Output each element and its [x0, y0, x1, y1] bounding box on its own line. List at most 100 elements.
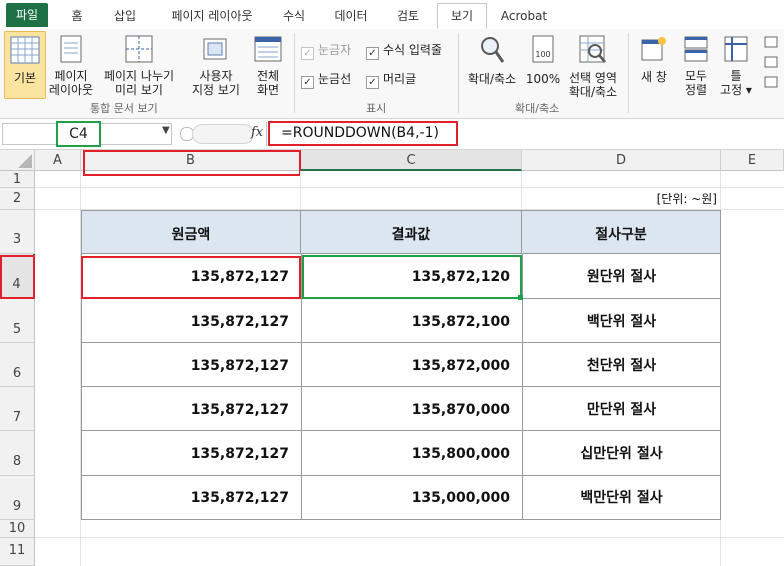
cell-type[interactable]: 만단위 절사 [522, 387, 721, 431]
unit-note[interactable]: [단위: ~원] [522, 188, 721, 210]
cell-type[interactable]: 백만단위 절사 [522, 476, 721, 520]
freeze-panes-label-2: 고정 ▾ [720, 83, 752, 97]
cell-original[interactable]: 135,872,127 [81, 343, 301, 387]
zoom-group-label: 확대/축소 [515, 102, 560, 115]
page-layout-view-button[interactable]: 페이지 레이아웃 [48, 31, 94, 97]
full-screen-label-1: 전체 [256, 69, 280, 83]
column-header-d[interactable]: D [522, 150, 721, 171]
row-header-11[interactable]: 11 [0, 538, 35, 566]
arrange-all-label-2: 정렬 [684, 83, 708, 97]
row-header-9[interactable]: 9 [0, 476, 35, 520]
cell-original[interactable]: 135,872,127 [81, 431, 301, 476]
normal-view-button[interactable]: 기본 [4, 31, 46, 99]
select-all-corner[interactable] [0, 150, 35, 171]
row-header-5[interactable]: 5 [0, 299, 35, 343]
workbook-views-group-label: 통합 문서 보기 [90, 102, 158, 115]
row-header-2[interactable]: 2 [0, 188, 35, 210]
tab-insert[interactable]: 삽입 [105, 5, 145, 27]
header-truncation-type[interactable]: 절사구분 [522, 210, 721, 254]
header-original-amount[interactable]: 원금액 [81, 210, 301, 254]
page-layout-label-2: 레이아웃 [48, 83, 94, 97]
cell-result[interactable]: 135,000,000 [301, 476, 522, 520]
custom-views-button[interactable]: 사용자 지정 보기 [188, 31, 244, 97]
cell-type[interactable]: 천단위 절사 [522, 343, 721, 387]
tab-data[interactable]: 데이터 [326, 5, 376, 27]
page-layout-icon [48, 35, 94, 66]
tab-formulas[interactable]: 수식 [274, 5, 314, 27]
checkmark-icon: ✓ [301, 47, 314, 60]
ribbon-tab-bar: 파일 홈 삽입 페이지 레이아웃 수식 데이터 검토 보기 Acrobat [0, 0, 784, 30]
ribbon-separator [458, 33, 459, 113]
formula-input[interactable]: =ROUNDDOWN(B4,-1) [268, 121, 458, 146]
column-b-highlight [83, 150, 301, 176]
zoom-selection-label-1: 선택 영역 [569, 71, 617, 85]
cell-original[interactable]: 135,872,127 [81, 387, 301, 431]
new-window-icon [632, 35, 676, 66]
arrange-all-button[interactable]: 모두 정렬 [678, 31, 714, 97]
row-header-7[interactable]: 7 [0, 387, 35, 431]
custom-views-label-2: 지정 보기 [192, 83, 240, 97]
window-small-buttons [762, 35, 782, 95]
formula-bar-checkbox[interactable]: ✓ 수식 입력줄 [366, 42, 442, 60]
column-header-a[interactable]: A [35, 150, 81, 171]
ruler-checkbox[interactable]: ✓ 눈금자 [301, 42, 352, 60]
zoom-label: 확대/축소 [467, 72, 517, 86]
row-header-3[interactable]: 3 [0, 210, 35, 254]
gridlines-checkbox[interactable]: ✓ 눈금선 [301, 71, 351, 89]
headings-label: 머리글 [383, 72, 417, 86]
formula-bar: C4 ▼ fx =ROUNDDOWN(B4,-1) [0, 119, 784, 150]
freeze-panes-button[interactable]: 틀 고정 ▾ [716, 31, 756, 97]
column-header-e[interactable]: E [721, 150, 784, 171]
ruler-label: 눈금자 [318, 43, 352, 57]
new-window-label: 새 창 [641, 70, 667, 84]
page-layout-label-1: 페이지 [54, 69, 88, 83]
cell-result[interactable]: 135,800,000 [301, 431, 522, 476]
ribbon-separator [628, 33, 629, 113]
row-4-highlight [0, 255, 35, 299]
zoom-100-button[interactable]: 100 100% [524, 31, 562, 97]
insert-function-icon[interactable]: fx [251, 125, 263, 140]
cell-result[interactable]: 135,872,000 [301, 343, 522, 387]
page-break-preview-button[interactable]: 페이지 나누기 미리 보기 [98, 31, 180, 97]
cell-type[interactable]: 백단위 절사 [522, 299, 721, 343]
gridline [300, 171, 301, 211]
zoom-100-icon: 100 [524, 35, 562, 68]
tab-review[interactable]: 검토 [388, 5, 428, 27]
cell-type[interactable]: 십만단위 절사 [522, 431, 721, 476]
magnifier-icon [463, 35, 521, 68]
page-break-icon [98, 35, 180, 66]
formula-bar-buttons [192, 124, 254, 144]
tab-view[interactable]: 보기 [437, 3, 487, 29]
tab-page-layout[interactable]: 페이지 레이아웃 [158, 5, 266, 27]
page-break-label-2: 미리 보기 [115, 83, 163, 97]
cell-result[interactable]: 135,870,000 [301, 387, 522, 431]
cell-original[interactable]: 135,872,127 [81, 476, 301, 520]
row-header-6[interactable]: 6 [0, 343, 35, 387]
tab-file[interactable]: 파일 [6, 3, 48, 27]
zoom-button[interactable]: 확대/축소 [463, 31, 521, 97]
row-header-1[interactable]: 1 [0, 171, 35, 188]
cell-type[interactable]: 원단위 절사 [522, 254, 721, 299]
cell-result[interactable]: 135,872,100 [301, 299, 522, 343]
headings-checkbox[interactable]: ✓ 머리글 [366, 71, 417, 89]
new-window-button[interactable]: 새 창 [632, 31, 676, 97]
row-header-10[interactable]: 10 [0, 520, 35, 538]
freeze-panes-label-1: 틀 [730, 69, 742, 83]
fill-handle[interactable] [518, 295, 523, 300]
tab-home[interactable]: 홈 [62, 5, 92, 27]
column-header-c[interactable]: C [301, 150, 522, 171]
zoom-100-label: 100% [525, 72, 561, 86]
normal-view-icon [5, 36, 45, 67]
page-break-label-1: 페이지 나누기 [103, 69, 175, 83]
name-box[interactable]: C4 [56, 121, 101, 147]
zoom-to-selection-button[interactable]: 선택 영역 확대/축소 [564, 31, 622, 99]
full-screen-label-2: 화면 [256, 83, 280, 97]
tab-acrobat[interactable]: Acrobat [496, 5, 552, 27]
arrange-all-label-1: 모두 [684, 69, 708, 83]
name-box-dropdown-icon[interactable]: ▼ [162, 125, 170, 136]
header-result[interactable]: 결과값 [301, 210, 522, 254]
full-screen-button[interactable]: 전체 화면 [248, 31, 288, 97]
zoom-selection-label-2: 확대/축소 [568, 85, 618, 99]
row-header-8[interactable]: 8 [0, 431, 35, 476]
cell-original[interactable]: 135,872,127 [81, 299, 301, 343]
